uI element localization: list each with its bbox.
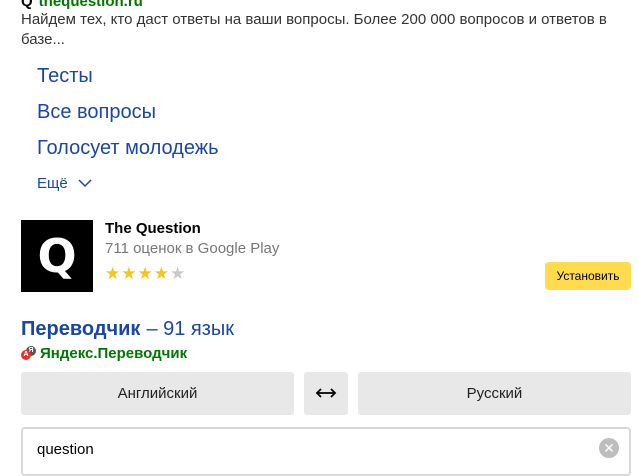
from-language-label: Английский <box>117 385 198 402</box>
to-language-label: Русский <box>466 385 523 402</box>
app-name[interactable]: The Question <box>105 220 201 237</box>
star-empty-icon: ★ <box>170 264 187 283</box>
more-label: Ещё <box>37 175 68 192</box>
star-icon: ★ <box>153 264 170 283</box>
translator-title[interactable]: Переводчик – 91 язык <box>21 318 234 341</box>
more-sitelinks-toggle[interactable]: Ещё <box>37 175 92 192</box>
star-icon: ★ <box>105 264 122 283</box>
clear-input-icon[interactable]: ✕ <box>599 438 619 458</box>
app-icon[interactable]: Q <box>21 220 93 292</box>
app-rating-stars: ★★★★★ <box>105 264 186 284</box>
install-button[interactable]: Установить <box>545 262 631 290</box>
result-snippet: Найдем тех, кто даст ответы на ваши вопр… <box>21 11 607 48</box>
translator-source-link[interactable]: Я A Яндекс.Переводчик <box>21 345 187 362</box>
star-icon: ★ <box>121 264 138 283</box>
site-favicon-icon: Q <box>21 0 33 10</box>
swap-arrows-icon <box>315 385 337 403</box>
chevron-down-icon <box>78 175 92 192</box>
app-ratings-count: 711 оценок в Google Play <box>105 240 280 257</box>
result-url[interactable]: Q thequestion.ru <box>21 0 143 10</box>
translator-source-label: Яндекс.Переводчик <box>40 345 188 362</box>
translator-title-main: Переводчик <box>21 318 141 340</box>
translate-icon-letter-a: A <box>21 349 31 360</box>
app-icon-letter: Q <box>37 229 77 283</box>
from-language-button[interactable]: Английский <box>21 372 294 415</box>
sitelink-youth-votes[interactable]: Голосует молодежь <box>37 137 219 160</box>
translator-title-rest: – 91 язык <box>146 318 235 340</box>
to-language-button[interactable]: Русский <box>358 372 631 415</box>
sitelink-tests[interactable]: Тесты <box>37 65 93 88</box>
star-icon: ★ <box>137 264 154 283</box>
translate-input-box: ✕ <box>21 427 631 476</box>
translate-input[interactable] <box>37 441 577 458</box>
swap-languages-button[interactable] <box>304 372 348 415</box>
result-url-label[interactable]: thequestion.ru <box>39 0 143 10</box>
sitelink-all-questions[interactable]: Все вопросы <box>37 101 156 124</box>
translate-icon: Я A <box>21 345 36 361</box>
